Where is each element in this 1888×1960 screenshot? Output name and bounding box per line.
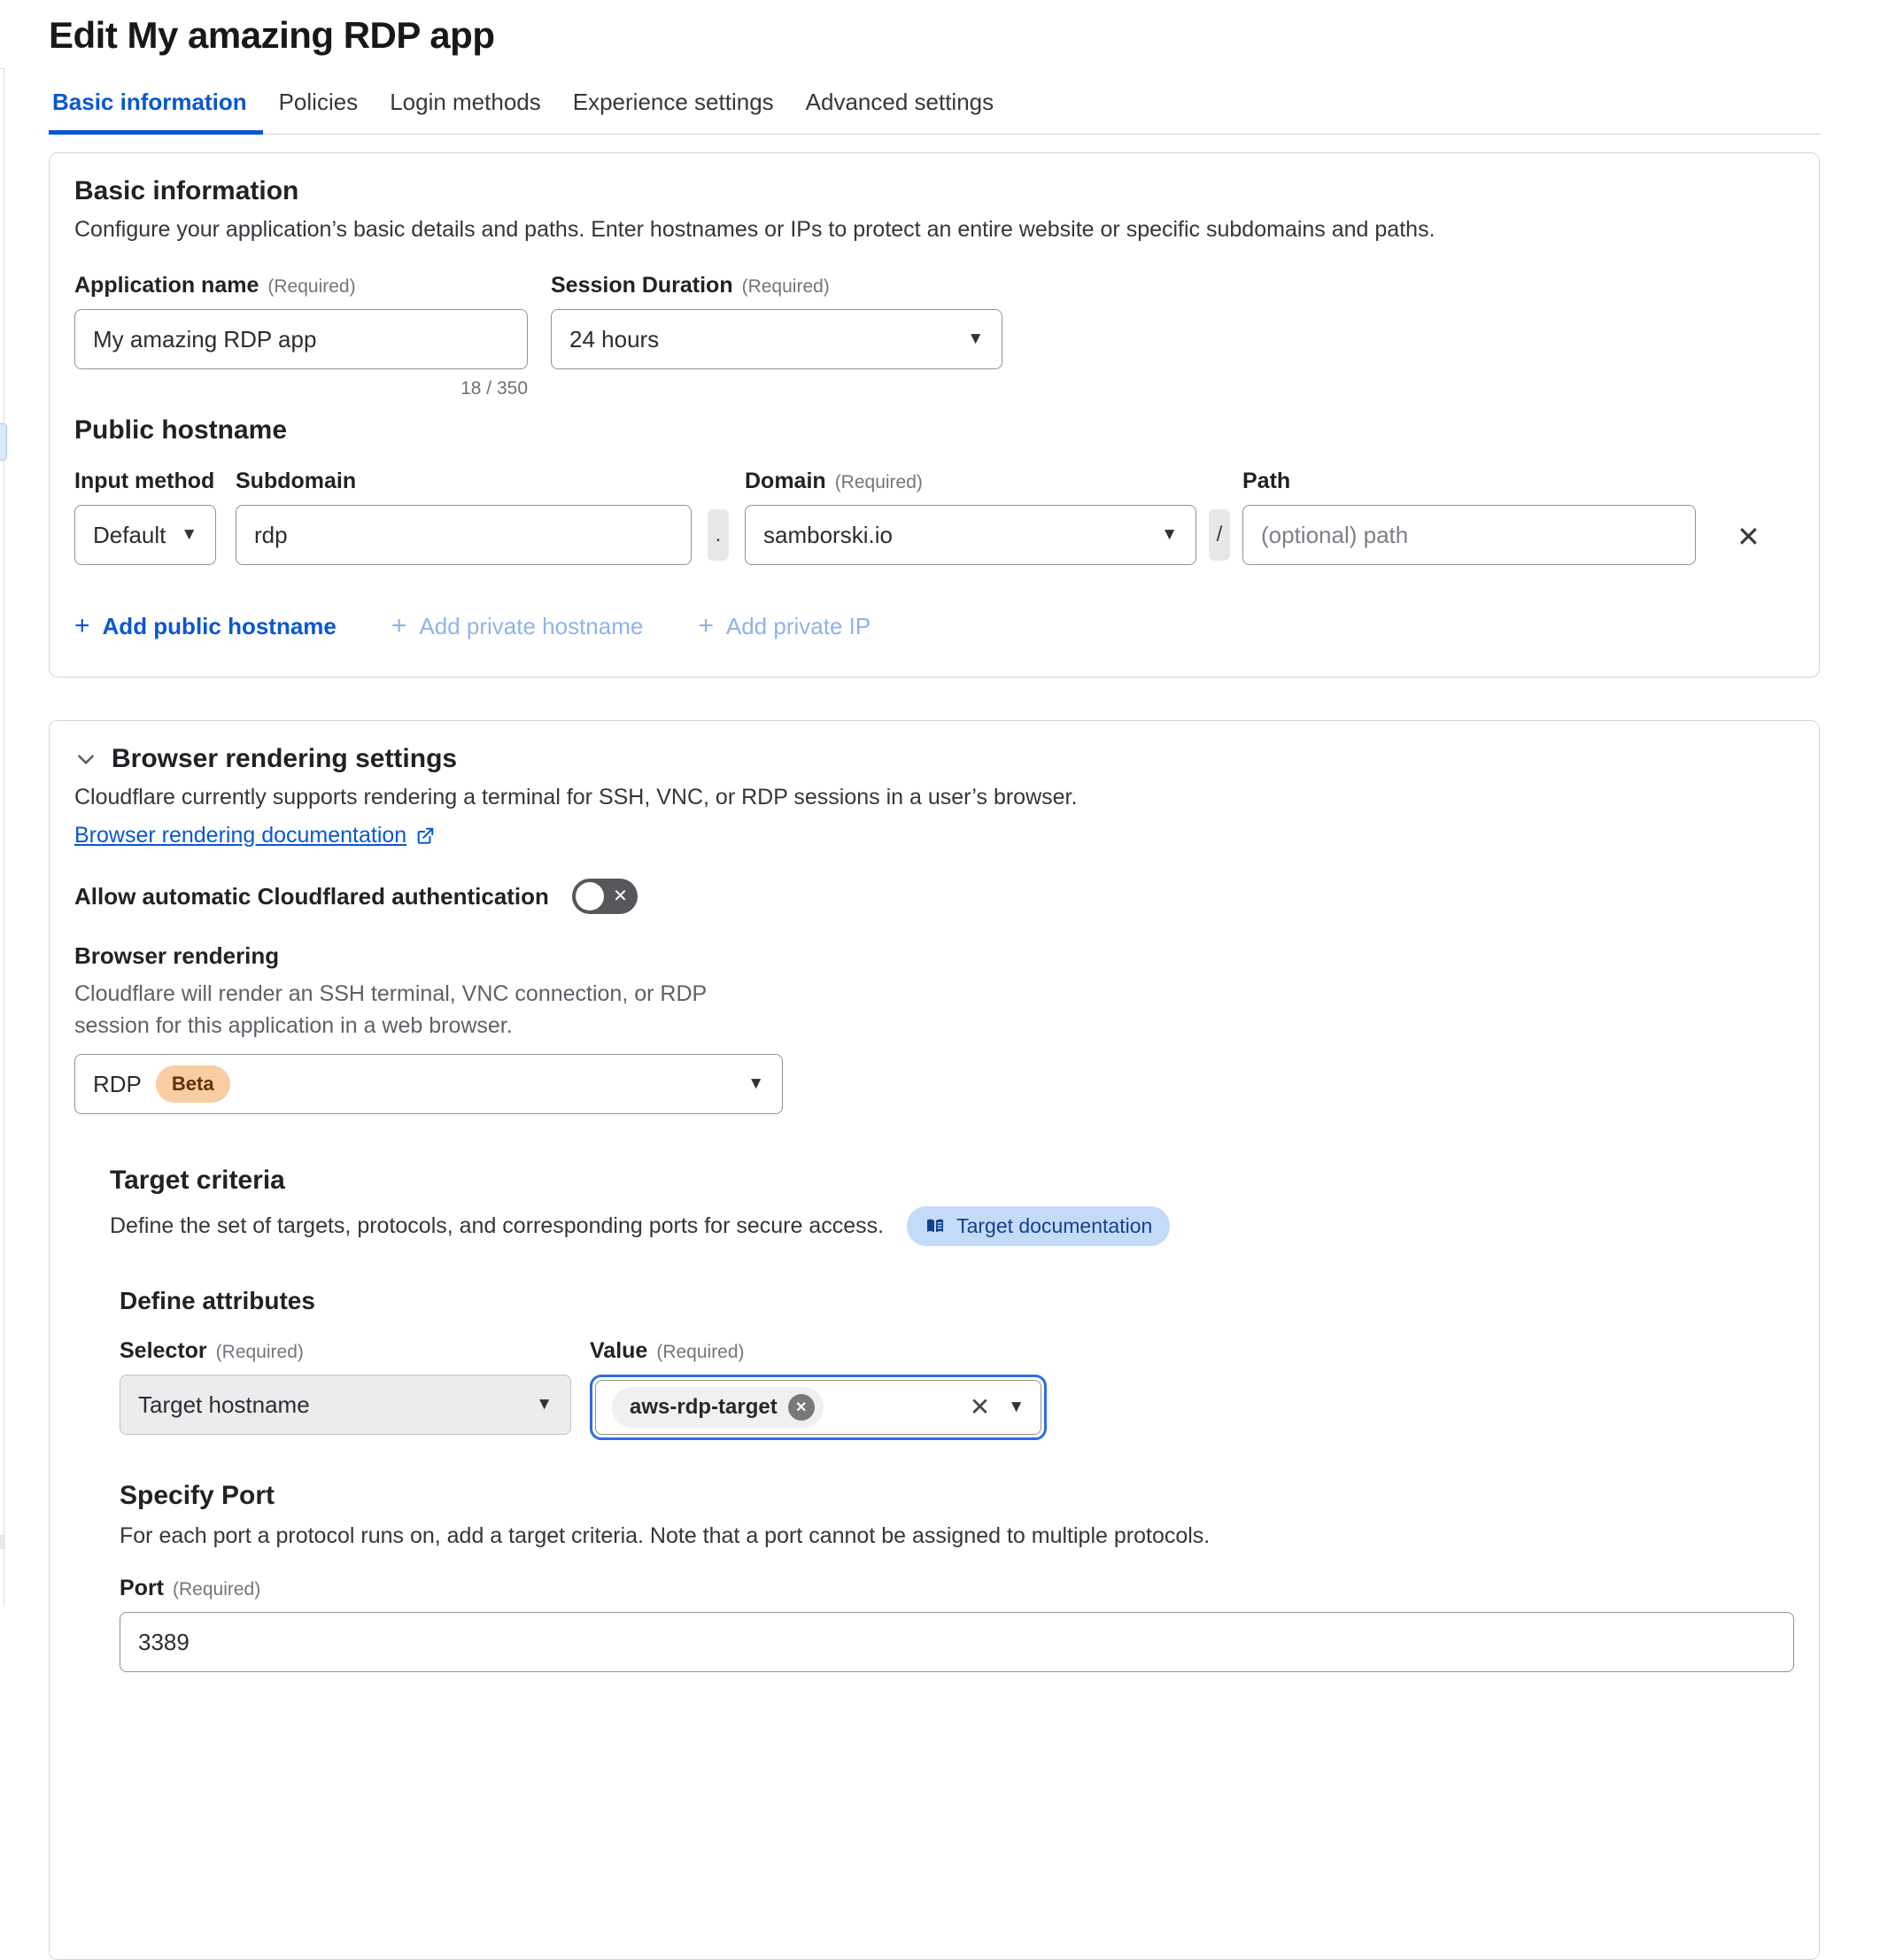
chevron-down-icon[interactable]: ▼: [1008, 1398, 1025, 1417]
selector-label: Selector: [120, 1338, 207, 1364]
browser-rendering-card: Browser rendering settings Cloudflare cu…: [49, 720, 1820, 1960]
external-link-icon: [415, 826, 435, 846]
toggle-off-icon: ✕: [613, 886, 628, 907]
add-private-hostname-label: Add private hostname: [419, 613, 643, 640]
tab-experience-settings[interactable]: Experience settings: [557, 89, 790, 134]
port-input[interactable]: [120, 1612, 1794, 1672]
subdomain-label: Subdomain: [236, 469, 356, 494]
public-hostname-heading: Public hostname: [74, 415, 1794, 445]
chip-remove-icon[interactable]: ✕: [788, 1394, 815, 1421]
left-edge-artifact-2: [0, 1535, 5, 1549]
target-criteria-section: Target criteria Define the set of target…: [110, 1166, 1794, 1672]
browser-rendering-select[interactable]: RDP Beta ▼: [74, 1054, 783, 1114]
application-name-label: Application name: [74, 273, 259, 298]
plus-icon: +: [698, 611, 714, 641]
browser-rendering-doc-label: Browser rendering documentation: [74, 823, 406, 848]
hostname-links-row: + Add public hostname + Add private host…: [74, 611, 1794, 641]
port-required: (Required): [173, 1579, 260, 1600]
value-multiselect[interactable]: aws-rdp-target ✕ ✕ ▼: [595, 1380, 1041, 1435]
dot-separator: .: [708, 509, 729, 561]
domain-required: (Required): [835, 472, 923, 493]
target-criteria-heading: Target criteria: [110, 1166, 1794, 1196]
specify-port-description: For each port a protocol runs on, add a …: [120, 1523, 1794, 1549]
beta-badge: Beta: [156, 1065, 230, 1103]
add-private-ip-button[interactable]: + Add private IP: [698, 611, 870, 641]
cloudflared-auth-row: Allow automatic Cloudflared authenticati…: [74, 879, 1794, 914]
add-private-hostname-button[interactable]: + Add private hostname: [391, 611, 643, 641]
value-required: (Required): [656, 1342, 744, 1363]
browser-rendering-heading: Browser rendering settings: [112, 744, 457, 774]
value-chip: aws-rdp-target ✕: [612, 1387, 824, 1428]
tab-basic-information[interactable]: Basic information: [49, 89, 263, 135]
page-title: Edit My amazing RDP app: [49, 14, 1820, 57]
add-private-ip-label: Add private IP: [726, 613, 870, 640]
selector-select[interactable]: Target hostname ▼: [120, 1375, 571, 1435]
selector-value: Target hostname: [138, 1391, 310, 1419]
domain-label: Domain: [745, 469, 826, 494]
browser-rendering-doc-link[interactable]: Browser rendering documentation: [74, 823, 435, 848]
input-method-label: Input method: [74, 469, 214, 494]
define-attributes-section: Define attributes Selector (Required) Ta…: [120, 1287, 1794, 1672]
application-name-char-count: 18 / 350: [74, 378, 528, 399]
value-multiselect-focus-ring: aws-rdp-target ✕ ✕ ▼: [590, 1375, 1047, 1440]
path-label: Path: [1242, 469, 1290, 494]
tab-bar: Basic information Policies Login methods…: [49, 89, 1820, 135]
selector-required: (Required): [216, 1342, 304, 1363]
domain-value: samborski.io: [763, 522, 893, 549]
browser-rendering-select-label: Browser rendering: [74, 942, 1794, 970]
target-documentation-badge[interactable]: Target documentation: [907, 1206, 1170, 1246]
chevron-down-icon: ▼: [747, 1074, 764, 1094]
book-icon: [925, 1216, 946, 1237]
session-duration-required: (Required): [742, 276, 830, 298]
input-method-select[interactable]: Default ▼: [74, 505, 216, 565]
browser-rendering-value: RDP: [93, 1071, 142, 1098]
toggle-knob: [576, 882, 604, 910]
value-chip-label: aws-rdp-target: [630, 1395, 778, 1420]
path-input[interactable]: [1242, 505, 1696, 565]
cloudflared-auth-toggle[interactable]: ✕: [572, 879, 638, 914]
specify-port-heading: Specify Port: [120, 1481, 1794, 1511]
target-documentation-label: Target documentation: [956, 1214, 1152, 1238]
session-duration-select[interactable]: 24 hours ▼: [551, 309, 1002, 369]
cloudflared-auth-label: Allow automatic Cloudflared authenticati…: [74, 883, 549, 910]
browser-rendering-select-description: Cloudflare will render an SSH terminal, …: [74, 979, 774, 1042]
tab-advanced-settings[interactable]: Advanced settings: [790, 89, 1010, 134]
remove-hostname-icon[interactable]: ✕: [1733, 523, 1764, 551]
add-public-hostname-label: Add public hostname: [103, 613, 337, 640]
application-name-input[interactable]: [74, 309, 528, 369]
basic-information-card: Basic information Configure your applica…: [49, 152, 1820, 678]
chevron-down-icon: ▼: [967, 329, 984, 349]
add-public-hostname-button[interactable]: + Add public hostname: [74, 611, 337, 641]
basic-fields-row: Application name (Required) 18 / 350 Ses…: [74, 273, 1794, 399]
chevron-down-icon: ▼: [1161, 525, 1178, 545]
plus-icon: +: [391, 611, 407, 641]
clear-value-icon[interactable]: ✕: [970, 1395, 990, 1420]
application-name-required: (Required): [267, 276, 355, 298]
browser-rendering-collapse-header[interactable]: Browser rendering settings: [74, 744, 1794, 774]
tab-login-methods[interactable]: Login methods: [374, 89, 557, 134]
browser-rendering-description: Cloudflare currently supports rendering …: [74, 785, 1794, 810]
plus-icon: +: [74, 611, 90, 641]
slash-separator: /: [1209, 509, 1230, 561]
value-label: Value: [590, 1338, 647, 1364]
chevron-down-icon: [74, 748, 97, 771]
define-attributes-heading: Define attributes: [120, 1287, 1794, 1315]
target-criteria-description: Define the set of targets, protocols, an…: [110, 1213, 884, 1239]
chevron-down-icon: ▼: [181, 525, 197, 545]
basic-information-description: Configure your application’s basic detai…: [74, 217, 1794, 243]
basic-information-heading: Basic information: [74, 176, 1794, 206]
left-edge-artifact: [0, 423, 7, 461]
main-content: Edit My amazing RDP app Basic informatio…: [49, 0, 1820, 1960]
input-method-value: Default: [93, 522, 166, 549]
chevron-down-icon: ▼: [536, 1395, 553, 1414]
session-duration-label: Session Duration: [551, 273, 733, 298]
subdomain-input[interactable]: [236, 505, 692, 565]
domain-select[interactable]: samborski.io ▼: [745, 505, 1196, 565]
port-label: Port: [120, 1576, 164, 1601]
public-hostname-row: Input method Default ▼ Subdomain . Domai…: [74, 469, 1794, 565]
session-duration-value: 24 hours: [569, 326, 659, 353]
tab-policies[interactable]: Policies: [263, 89, 375, 134]
